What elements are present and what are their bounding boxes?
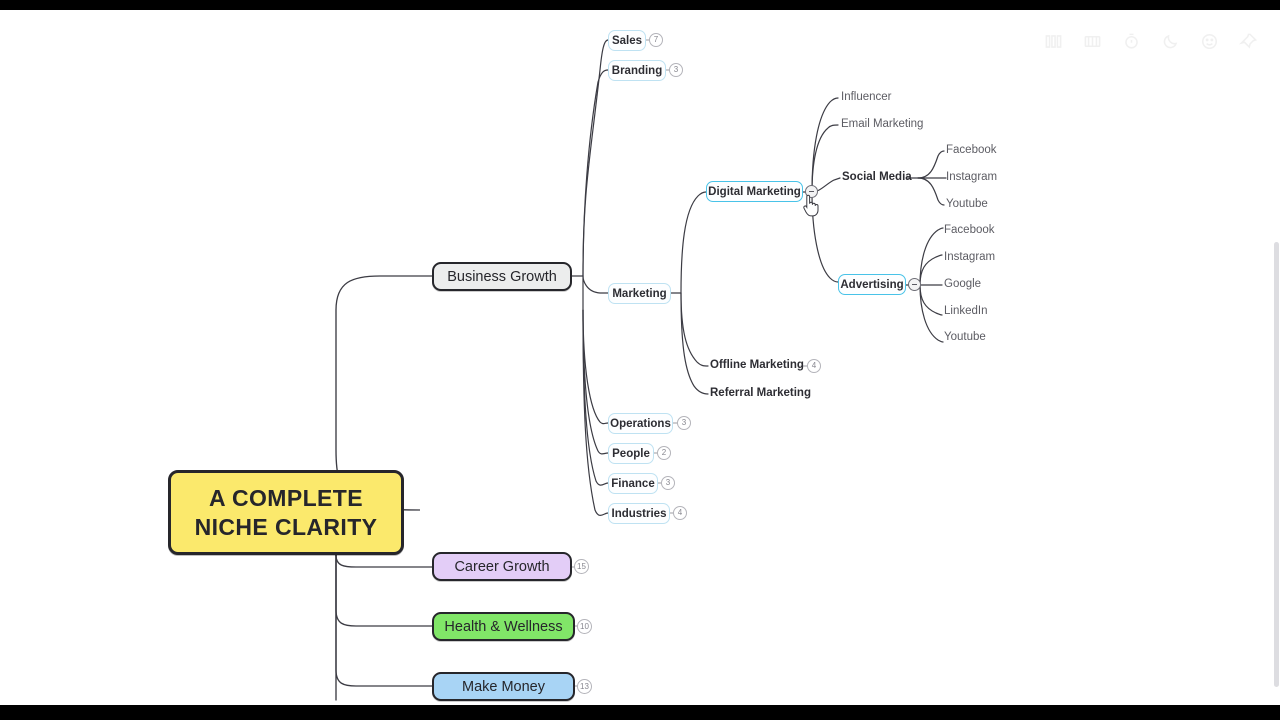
pin-icon[interactable] xyxy=(1239,32,1258,51)
node-make-money[interactable]: Make Money xyxy=(432,672,575,701)
node-label: Business Growth xyxy=(447,268,557,285)
node-label: Referral Marketing xyxy=(710,387,811,399)
badge-operations[interactable]: 3 xyxy=(677,416,691,430)
node-label: Health & Wellness xyxy=(444,618,563,635)
node-health-wellness[interactable]: Health & Wellness xyxy=(432,612,575,641)
node-label: People xyxy=(612,447,650,460)
collapse-toggle-advertising[interactable] xyxy=(908,278,921,291)
node-label: Sales xyxy=(611,34,643,47)
node-people[interactable]: People xyxy=(608,443,654,464)
node-label: Youtube xyxy=(944,331,986,343)
badge-industries[interactable]: 4 xyxy=(673,506,687,520)
node-ad-linkedin[interactable]: LinkedIn xyxy=(944,305,987,317)
moon-icon[interactable] xyxy=(1161,32,1180,51)
mindmap-canvas[interactable]: A COMPLETE NICHE CLARITY Business Growth… xyxy=(0,10,1280,705)
node-label: Email Marketing xyxy=(841,118,924,130)
node-label: Influencer xyxy=(841,91,892,103)
node-label: Digital Marketing xyxy=(708,185,801,198)
node-label: Instagram xyxy=(944,251,996,263)
badge-career-growth[interactable]: 15 xyxy=(574,559,589,574)
node-ad-youtube[interactable]: Youtube xyxy=(944,331,986,343)
node-label: Social Media xyxy=(842,171,912,183)
badge-finance[interactable]: 3 xyxy=(661,476,675,490)
node-social-instagram[interactable]: Instagram xyxy=(946,171,997,183)
screen: A COMPLETE NICHE CLARITY Business Growth… xyxy=(0,0,1280,720)
badge-health-wellness[interactable]: 10 xyxy=(577,619,592,634)
node-career-growth[interactable]: Career Growth xyxy=(432,552,572,581)
node-label: Advertising xyxy=(840,278,904,291)
letterbox-bottom xyxy=(0,705,1280,720)
node-label: Offline Marketing xyxy=(710,359,804,371)
collapse-toggle-digital-marketing[interactable] xyxy=(805,185,818,198)
node-label: Facebook xyxy=(944,224,995,236)
node-label: Google xyxy=(944,278,982,290)
node-label: Marketing xyxy=(612,287,667,300)
emoji-icon[interactable] xyxy=(1200,32,1219,51)
layout-icon[interactable] xyxy=(1044,32,1063,51)
badge-branding[interactable]: 3 xyxy=(669,63,683,77)
root-label-line1: A COMPLETE xyxy=(209,484,363,511)
node-referral-marketing[interactable]: Referral Marketing xyxy=(710,387,811,399)
node-label: Facebook xyxy=(946,144,997,156)
node-label: Instagram xyxy=(946,171,998,183)
node-label: Youtube xyxy=(946,198,988,210)
node-ad-instagram[interactable]: Instagram xyxy=(944,251,995,263)
node-label: LinkedIn xyxy=(944,305,988,317)
node-operations[interactable]: Operations xyxy=(608,413,673,434)
node-social-youtube[interactable]: Youtube xyxy=(946,198,988,210)
root-node[interactable]: A COMPLETE NICHE CLARITY xyxy=(168,470,404,555)
badge-people[interactable]: 2 xyxy=(657,446,671,460)
node-finance[interactable]: Finance xyxy=(608,473,658,494)
node-label: Finance xyxy=(611,477,655,490)
node-label: Operations xyxy=(610,417,671,430)
node-industries[interactable]: Industries xyxy=(608,503,670,524)
root-label-line2: NICHE CLARITY xyxy=(194,513,378,540)
node-email-marketing[interactable]: Email Marketing xyxy=(841,118,923,130)
node-sales[interactable]: Sales xyxy=(608,30,646,51)
node-advertising[interactable]: Advertising xyxy=(838,274,906,295)
node-ad-google[interactable]: Google xyxy=(944,278,981,290)
node-label: Industries xyxy=(611,507,667,520)
node-label: Make Money xyxy=(461,678,545,695)
node-social-media[interactable]: Social Media xyxy=(842,171,912,183)
timer-icon[interactable] xyxy=(1122,32,1141,51)
grid-icon[interactable] xyxy=(1083,32,1102,51)
node-digital-marketing[interactable]: Digital Marketing xyxy=(706,181,803,202)
node-business-growth[interactable]: Business Growth xyxy=(432,262,572,291)
node-ad-facebook[interactable]: Facebook xyxy=(944,224,995,236)
badge-make-money[interactable]: 13 xyxy=(577,679,592,694)
node-branding[interactable]: Branding xyxy=(608,60,666,81)
node-influencer[interactable]: Influencer xyxy=(841,91,892,103)
toolbar xyxy=(1044,32,1258,51)
badge-offline-marketing[interactable]: 4 xyxy=(807,359,821,373)
node-label: Branding xyxy=(611,64,663,77)
vertical-scrollbar-thumb[interactable] xyxy=(1274,242,1279,687)
edge-layer xyxy=(335,39,947,701)
node-offline-marketing[interactable]: Offline Marketing xyxy=(710,359,804,371)
node-label: Career Growth xyxy=(454,558,550,575)
node-marketing[interactable]: Marketing xyxy=(608,283,671,304)
badge-sales[interactable]: 7 xyxy=(649,33,663,47)
node-social-facebook[interactable]: Facebook xyxy=(946,144,997,156)
letterbox-top xyxy=(0,0,1280,10)
